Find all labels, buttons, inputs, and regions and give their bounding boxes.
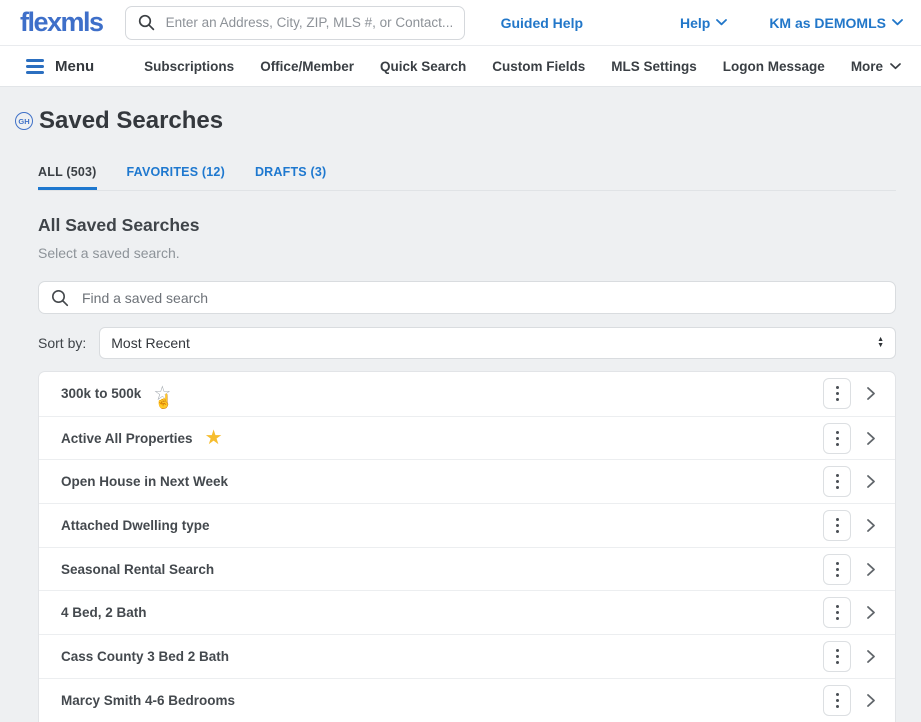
page-title: Saved Searches: [39, 107, 224, 134]
saved-search-row[interactable]: 300k to 500k ☆ ☝: [39, 372, 895, 416]
row-options-kebab-button[interactable]: [823, 509, 851, 541]
tab-all[interactable]: ALL (503): [38, 165, 97, 190]
row-options-kebab-button[interactable]: [823, 684, 851, 716]
saved-search-row[interactable]: 4 Bed, 2 Bath: [39, 590, 895, 634]
tab-label: DRAFTS (3): [254, 165, 327, 179]
menubar-nav-item[interactable]: Quick Search: [380, 59, 466, 74]
chevron-right-icon[interactable]: [866, 605, 876, 620]
global-search-input[interactable]: [163, 14, 454, 31]
hamburger-icon: [26, 58, 44, 74]
chevron-right-icon[interactable]: [866, 386, 876, 401]
chevron-right-icon[interactable]: [866, 693, 876, 708]
chevron-right-icon[interactable]: [866, 431, 876, 446]
favorite-star-wrap: ☆ ☝: [150, 382, 174, 408]
select-arrows-icon: ▲ ▼: [877, 336, 884, 349]
row-options-kebab-button[interactable]: [823, 553, 851, 585]
global-search-box[interactable]: [124, 5, 465, 40]
help-menu[interactable]: Help: [679, 14, 728, 31]
saved-search-tabs: ALL (503) FAVORITES (12) DRAFTS (3): [38, 165, 896, 191]
guided-help-link[interactable]: Guided Help: [501, 15, 583, 31]
menubar-more-label: More: [850, 58, 884, 74]
menubar-nav-item[interactable]: Office/Member: [260, 59, 354, 74]
sort-select-value: Most Recent: [111, 335, 190, 351]
find-saved-search-input[interactable]: [80, 288, 883, 307]
tab-favorites[interactable]: FAVORITES (12): [127, 165, 225, 190]
menu-toggle-label: Menu: [55, 57, 95, 75]
section-subtitle: Select a saved search.: [38, 245, 180, 261]
saved-search-row[interactable]: Cass County 3 Bed 2 Bath: [39, 634, 895, 678]
chevron-right-icon[interactable]: [866, 518, 876, 533]
saved-search-row[interactable]: Seasonal Rental Search: [39, 546, 895, 591]
saved-search-name: Marcy Smith 4-6 Bedrooms: [61, 692, 236, 708]
help-menu-label: Help: [679, 14, 711, 31]
tab-label: ALL (503): [38, 165, 97, 179]
menubar-nav: Subscriptions Office/Member Quick Search…: [144, 59, 921, 74]
guided-help-badge-icon[interactable]: GH: [15, 112, 33, 130]
row-options-kebab-button[interactable]: [823, 597, 851, 629]
favorite-star-wrap: ★: [202, 426, 226, 450]
saved-search-row[interactable]: Open House in Next Week: [39, 459, 895, 503]
chevron-right-icon[interactable]: [866, 649, 876, 664]
sort-by-label: Sort by:: [38, 335, 87, 351]
saved-search-row[interactable]: Active All Properties ★: [39, 415, 895, 460]
search-icon: [52, 289, 69, 306]
sort-select[interactable]: Most Recent ▲ ▼: [99, 327, 896, 359]
menubar-nav-item[interactable]: MLS Settings: [611, 59, 697, 74]
menubar-more-button[interactable]: More: [851, 59, 901, 74]
row-options-kebab-button[interactable]: [823, 640, 851, 672]
tab-drafts[interactable]: DRAFTS (3): [255, 165, 326, 190]
saved-search-name: Open House in Next Week: [61, 474, 229, 490]
section-title: All Saved Searches: [38, 215, 200, 235]
saved-search-row[interactable]: Marcy Smith 4-6 Bedrooms: [39, 677, 895, 722]
row-options-kebab-button[interactable]: [823, 466, 851, 498]
chevron-down-icon: [890, 62, 901, 69]
tab-label: FAVORITES (12): [126, 165, 225, 179]
page-title-row: GH Saved Searches: [15, 107, 921, 135]
user-menu-label: KM as DEMOMLS: [769, 14, 886, 31]
saved-search-row[interactable]: Attached Dwelling type: [39, 503, 895, 547]
chevron-down-icon: [892, 19, 903, 26]
favorite-star-icon[interactable]: ☆: [153, 384, 171, 404]
flexmls-logo[interactable]: flexmls: [20, 0, 104, 45]
menubar-nav-item[interactable]: Subscriptions: [144, 59, 234, 74]
saved-search-name: Seasonal Rental Search: [61, 561, 215, 577]
saved-searches-page: GH Saved Searches ALL (503) FAVORITES (1…: [0, 107, 921, 722]
saved-search-list: 300k to 500k ☆ ☝ Active All Properties ★…: [38, 371, 896, 722]
chevron-down-icon: [716, 19, 728, 26]
saved-search-name: Cass County 3 Bed 2 Bath: [61, 648, 230, 664]
saved-search-name: 4 Bed, 2 Bath: [61, 605, 147, 621]
chevron-right-icon[interactable]: [866, 474, 876, 489]
menubar-nav-item[interactable]: Custom Fields: [492, 59, 585, 74]
find-saved-search-box[interactable]: [38, 281, 896, 314]
saved-search-name: 300k to 500k: [61, 386, 142, 402]
menu-toggle-button[interactable]: Menu: [0, 58, 121, 75]
chevron-right-icon[interactable]: [866, 562, 876, 577]
favorite-star-icon[interactable]: ★: [205, 428, 223, 448]
search-icon: [138, 14, 154, 31]
row-options-kebab-button[interactable]: [823, 422, 851, 454]
menubar-nav-item[interactable]: Logon Message: [723, 59, 825, 74]
saved-search-name: Active All Properties: [61, 430, 193, 446]
top-header: flexmls Guided Help Help KM as DEMOMLS: [0, 0, 921, 45]
admin-menubar: Menu Subscriptions Office/Member Quick S…: [0, 45, 921, 87]
saved-search-name: Attached Dwelling type: [61, 517, 210, 533]
row-options-kebab-button[interactable]: [823, 378, 851, 410]
user-menu[interactable]: KM as DEMOMLS: [769, 15, 903, 31]
sort-row: Sort by: Most Recent ▲ ▼: [38, 327, 896, 359]
